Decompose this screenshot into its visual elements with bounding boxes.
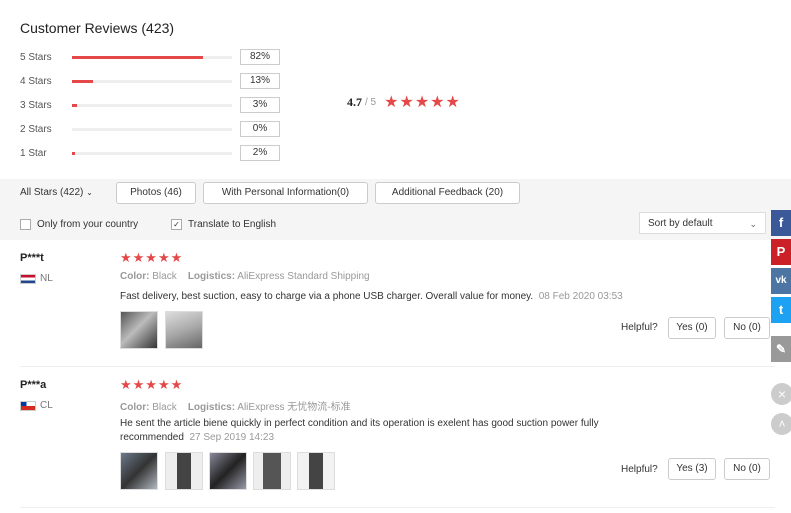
rating-row-1[interactable]: 1 Star 2% — [20, 145, 280, 161]
rating-bar-fill — [72, 55, 204, 59]
filter-additional-feedback-button[interactable]: Additional Feedback (20) — [375, 182, 520, 204]
rating-bar — [72, 79, 232, 83]
helpful-label: Helpful? — [621, 464, 658, 475]
reviewer-name: P***a — [20, 379, 47, 391]
filter-photos-button[interactable]: Photos (46) — [116, 182, 196, 204]
reviews-summary: Customer Reviews (423) 5 Stars 82% 4 Sta… — [0, 0, 791, 179]
review-photo-thumbnail[interactable] — [253, 452, 291, 490]
review-photo-thumbnail[interactable] — [209, 452, 247, 490]
all-stars-dropdown[interactable]: All Stars (422) ⌄ — [20, 187, 93, 198]
color-label: Color: — [120, 271, 150, 282]
rating-row-5[interactable]: 5 Stars 82% — [20, 49, 280, 65]
average-rating: 4.7 / 5 ★★★★★ — [347, 92, 461, 112]
average-value: 4.7 — [347, 94, 362, 109]
rating-percent: 13% — [240, 73, 280, 89]
helpful-no-button[interactable]: No (0) — [724, 317, 770, 339]
rating-bar — [72, 55, 232, 59]
rating-label: 3 Stars — [20, 99, 52, 111]
facebook-icon[interactable]: f — [771, 210, 791, 236]
review-stars: ★★★★★ — [120, 250, 184, 265]
only-country-checkbox[interactable]: Only from your country — [20, 219, 138, 230]
checkbox-label: Only from your country — [37, 219, 139, 230]
flag-cl-icon — [20, 400, 36, 411]
checkbox-box[interactable] — [20, 219, 31, 230]
reviewer-name: P***t — [20, 252, 44, 264]
rating-bar — [72, 127, 232, 131]
page-title: Customer Reviews (423) — [20, 20, 175, 36]
review-meta: Color: Black Logistics: AliExpress Stand… — [120, 271, 370, 282]
review-photo-thumbnail[interactable] — [165, 452, 203, 490]
chevron-up-icon[interactable]: ˄ — [771, 413, 791, 435]
review-date: 27 Sep 2019 14:23 — [189, 432, 275, 443]
country-code: CL — [40, 400, 53, 411]
twitter-icon[interactable]: t — [771, 297, 791, 323]
rating-row-3[interactable]: 3 Stars 3% — [20, 97, 280, 113]
rating-bar-fill — [72, 151, 76, 155]
chevron-down-icon: ⌄ — [86, 188, 93, 197]
review-divider — [20, 507, 775, 508]
rating-row-4[interactable]: 4 Stars 13% — [20, 73, 280, 89]
review-text: He sent the article biene quickly in per… — [120, 417, 660, 445]
helpful-yes-button[interactable]: Yes (0) — [668, 317, 716, 339]
all-stars-label: All Stars (422) — [20, 187, 84, 198]
logistics-value: AliExpress 无忧物流-标准 — [237, 402, 351, 413]
helpful-yes-button[interactable]: Yes (3) — [668, 458, 716, 480]
rating-percent: 0% — [240, 121, 280, 137]
rating-bar — [72, 151, 232, 155]
average-stars: ★★★★★ — [384, 94, 461, 111]
rating-percent: 82% — [240, 49, 280, 65]
review-item: P***a CL ★★★★★ Color: Black Logistics: A… — [0, 367, 791, 507]
chevron-down-icon: ⌄ — [749, 219, 757, 229]
rating-label: 2 Stars — [20, 123, 52, 135]
reviewer-country: CL — [20, 400, 53, 411]
rating-percent: 3% — [240, 97, 280, 113]
rating-row-2[interactable]: 2 Stars 0% — [20, 121, 280, 137]
rating-label: 4 Stars — [20, 75, 52, 87]
vk-icon[interactable]: vk — [771, 268, 791, 294]
pinterest-icon[interactable]: P — [771, 239, 791, 265]
review-photo-thumbnail[interactable] — [120, 311, 158, 349]
filter-bar: All Stars (422) ⌄ Photos (46) With Perso… — [0, 179, 791, 240]
reviewer-country: NL — [20, 273, 53, 284]
flag-nl-icon — [20, 273, 36, 284]
review-photo-thumbnail[interactable] — [120, 452, 158, 490]
helpful-label: Helpful? — [621, 322, 658, 333]
logistics-label: Logistics: — [187, 402, 236, 413]
checkbox-label: Translate to English — [188, 219, 277, 230]
sort-value: Sort by default — [648, 218, 713, 229]
translate-checkbox[interactable]: ✓ Translate to English — [171, 219, 276, 230]
close-icon[interactable]: × — [771, 383, 791, 405]
logistics-value: AliExpress Standard Shipping — [237, 271, 370, 282]
rating-bar — [72, 103, 232, 107]
rating-bar-fill — [72, 103, 77, 107]
color-value: Black — [152, 402, 177, 413]
average-out-of: / 5 — [365, 96, 377, 108]
helpful-no-button[interactable]: No (0) — [724, 458, 770, 480]
review-body: Fast delivery, best suction, easy to cha… — [120, 291, 534, 302]
rating-bar-fill — [72, 79, 93, 83]
review-stars: ★★★★★ — [120, 377, 184, 392]
color-label: Color: — [120, 402, 150, 413]
sort-select[interactable]: Sort by default ⌄ — [639, 212, 766, 234]
color-value: Black — [152, 271, 177, 282]
logistics-label: Logistics: — [187, 271, 236, 282]
review-meta: Color: Black Logistics: AliExpress 无忧物流-… — [120, 398, 351, 413]
pencil-icon[interactable]: ✎ — [771, 336, 791, 362]
review-item: P***t NL ★★★★★ Color: Black Logistics: A… — [0, 240, 791, 366]
rating-label: 5 Stars — [20, 51, 52, 63]
review-photo-thumbnail[interactable] — [165, 311, 203, 349]
rating-label: 1 Star — [20, 147, 47, 159]
filter-personal-info-button[interactable]: With Personal Information(0) — [203, 182, 368, 204]
review-photo-thumbnail[interactable] — [297, 452, 335, 490]
review-text: Fast delivery, best suction, easy to cha… — [120, 290, 680, 304]
review-date: 08 Feb 2020 03:53 — [538, 291, 623, 302]
rating-percent: 2% — [240, 145, 280, 161]
country-code: NL — [40, 273, 53, 284]
checkbox-box-checked[interactable]: ✓ — [171, 219, 182, 230]
